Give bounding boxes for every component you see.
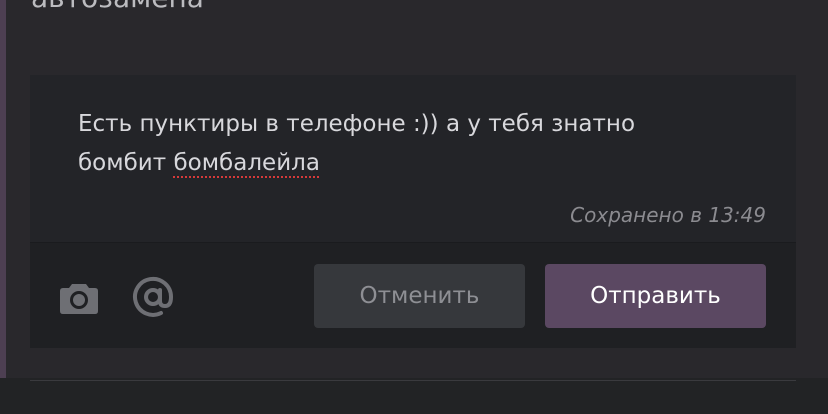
draft-saved-status: Сохранено в 13:49 [570, 203, 766, 227]
composer-toolbar: Отменить Отправить [30, 243, 796, 348]
post-text: автозамена [31, 0, 821, 34]
thread-accent-bar [0, 0, 6, 378]
bottom-bar [0, 378, 828, 414]
at-icon[interactable] [132, 276, 174, 318]
comment-text[interactable]: Есть пунктиры в телефоне :)) а у тебя зн… [78, 105, 738, 183]
misspelled-word[interactable]: бомбалейла [173, 150, 319, 176]
cancel-button[interactable]: Отменить [314, 264, 525, 328]
post-text-line: автозамена [31, 0, 821, 16]
camera-icon[interactable] [58, 276, 100, 318]
divider [30, 380, 796, 381]
comment-input[interactable]: Есть пунктиры в телефоне :)) а у тебя зн… [30, 75, 796, 243]
comment-composer: Есть пунктиры в телефоне :)) а у тебя зн… [30, 75, 796, 348]
comment-text-line2-prefix: бомбит [78, 150, 174, 176]
comment-text-line1: Есть пунктиры в телефоне :)) а у тебя зн… [78, 111, 636, 137]
send-button[interactable]: Отправить [545, 264, 766, 328]
